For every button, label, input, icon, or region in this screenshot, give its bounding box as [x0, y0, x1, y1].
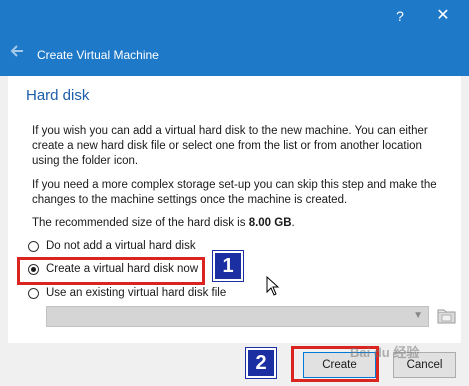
window-titlebar: ? ✕ [0, 0, 469, 34]
watermark: Bai du 经验 [350, 345, 420, 360]
close-button[interactable]: ✕ [427, 0, 459, 34]
highlight-create-option [17, 257, 205, 285]
radio-button[interactable] [28, 240, 39, 252]
folder-icon[interactable] [436, 306, 458, 327]
mouse-cursor-icon [266, 276, 280, 296]
wizard-title: Create Virtual Machine [37, 48, 159, 62]
storage-paragraph: If you need a more complex storage set-u… [32, 179, 437, 206]
disk-file-dropdown[interactable]: ▼ [46, 306, 429, 327]
back-arrow-icon[interactable] [10, 44, 24, 58]
step-badge-2: 2 [245, 347, 277, 379]
intro-paragraph: If you wish you can add a virtual hard d… [32, 125, 428, 167]
content-panel: Hard disk If you wish you can add a virt… [8, 76, 461, 343]
radio-button[interactable] [28, 287, 39, 299]
option-label: Use an existing virtual hard disk file [46, 287, 227, 299]
recommended-size-text: The recommended size of the hard disk is… [32, 216, 452, 231]
recommended-size-value: 8.00 GB [248, 217, 292, 229]
wizard-header: Create Virtual Machine [0, 34, 469, 76]
option-no-disk[interactable]: Do not add a virtual hard disk [28, 238, 196, 254]
option-existing-disk[interactable]: Use an existing virtual hard disk file [28, 285, 226, 301]
recommended-size-suffix: . [291, 217, 295, 229]
recommended-size-prefix: The recommended size of the hard disk is [32, 217, 249, 229]
page-title: Hard disk [26, 87, 90, 104]
step-badge-1: 1 [212, 250, 244, 282]
option-label: Do not add a virtual hard disk [46, 240, 196, 252]
help-button[interactable]: ? [386, 0, 414, 34]
chevron-down-icon: ▼ [413, 310, 423, 321]
